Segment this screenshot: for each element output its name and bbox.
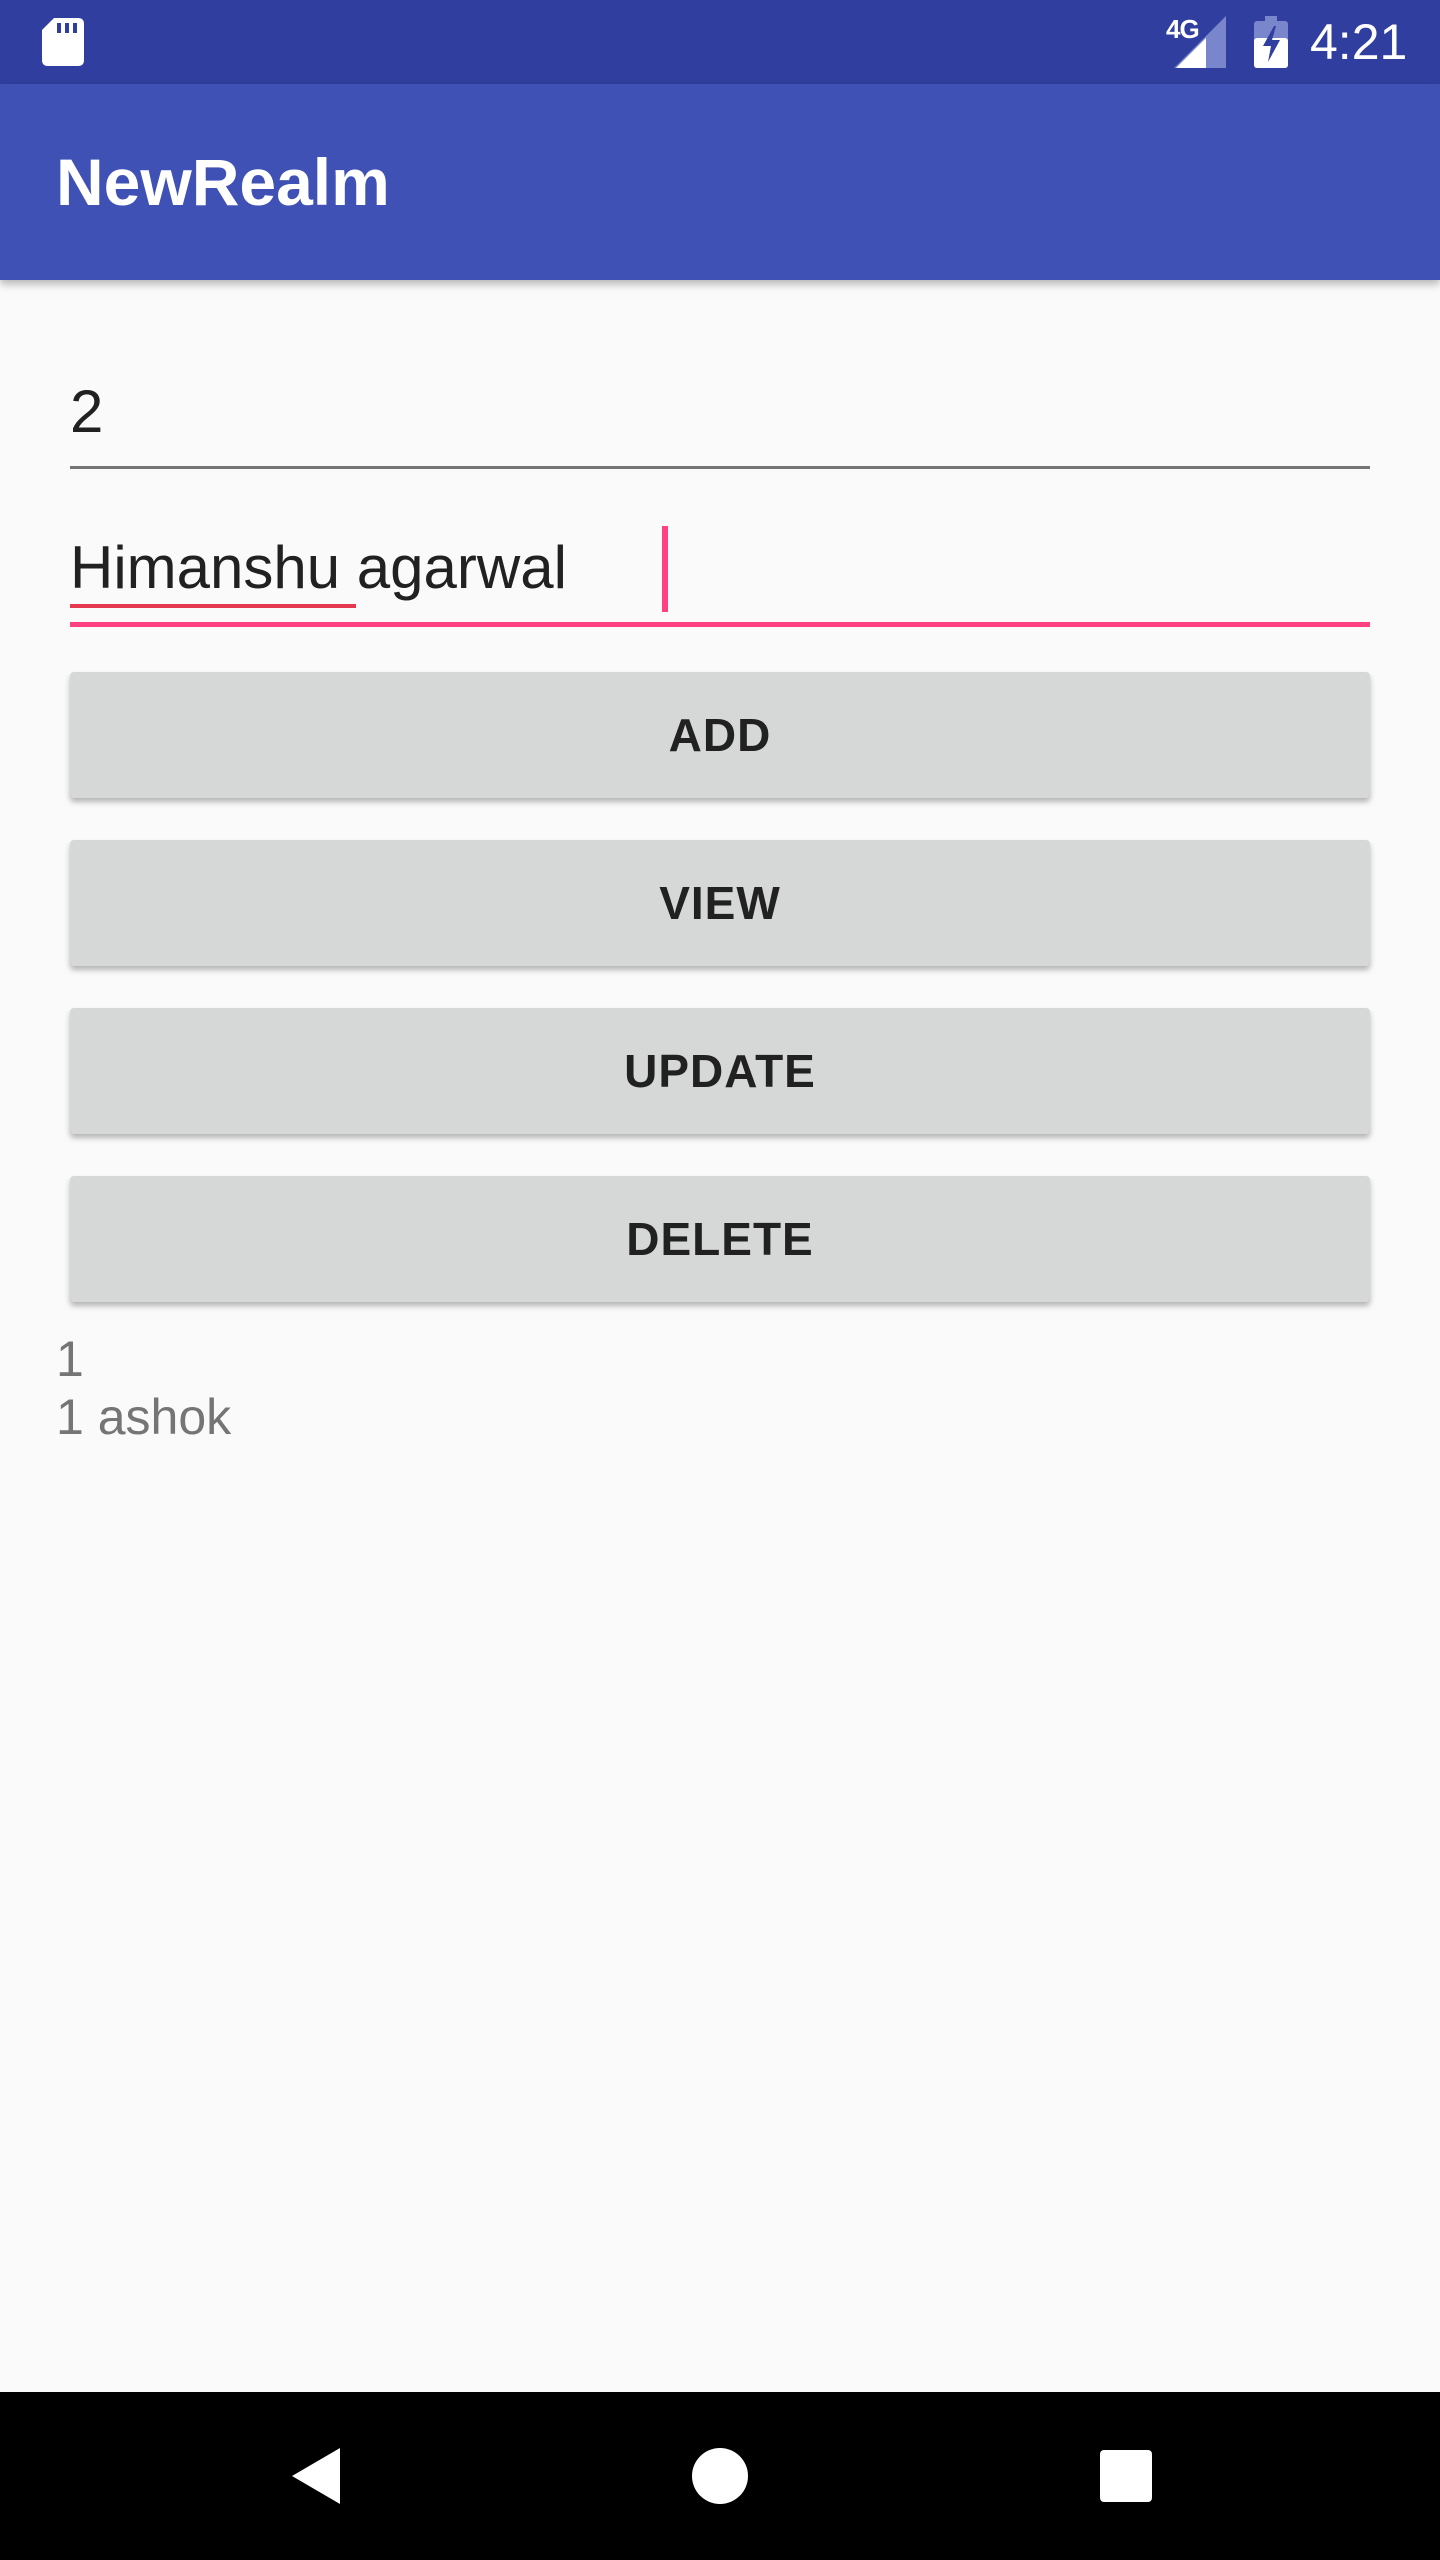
delete-button[interactable]: DELETE — [70, 1176, 1370, 1302]
text-cursor — [662, 526, 668, 612]
nav-home-button[interactable] — [636, 2392, 804, 2560]
nav-recents-button[interactable] — [1042, 2392, 1210, 2560]
status-bar: 4G 4:21 — [0, 0, 1440, 84]
app-bar: NewRealm — [0, 84, 1440, 280]
home-icon — [692, 2448, 748, 2504]
spellcheck-underline — [70, 604, 356, 608]
id-input[interactable]: 2 — [70, 356, 1370, 469]
sd-card-icon — [42, 18, 84, 66]
result-line: 1 — [56, 1331, 84, 1387]
id-input-value: 2 — [70, 378, 104, 445]
app-title: NewRealm — [56, 145, 390, 219]
nav-back-button[interactable] — [232, 2392, 400, 2560]
navigation-bar — [0, 2392, 1440, 2560]
back-icon — [292, 2448, 340, 2504]
recents-icon — [1100, 2450, 1152, 2502]
battery-charging-icon — [1254, 16, 1288, 68]
network-type-label: 4G — [1166, 14, 1200, 44]
result-text: 1 1 ashok — [56, 1330, 231, 1446]
name-input-value: Himanshu agarwal — [70, 534, 567, 601]
view-button[interactable]: VIEW — [70, 840, 1370, 966]
add-button[interactable]: ADD — [70, 672, 1370, 798]
name-input[interactable]: Himanshu agarwal — [70, 512, 1370, 627]
status-clock: 4:21 — [1310, 14, 1408, 70]
update-button[interactable]: UPDATE — [70, 1008, 1370, 1134]
result-line: 1 ashok — [56, 1389, 232, 1445]
